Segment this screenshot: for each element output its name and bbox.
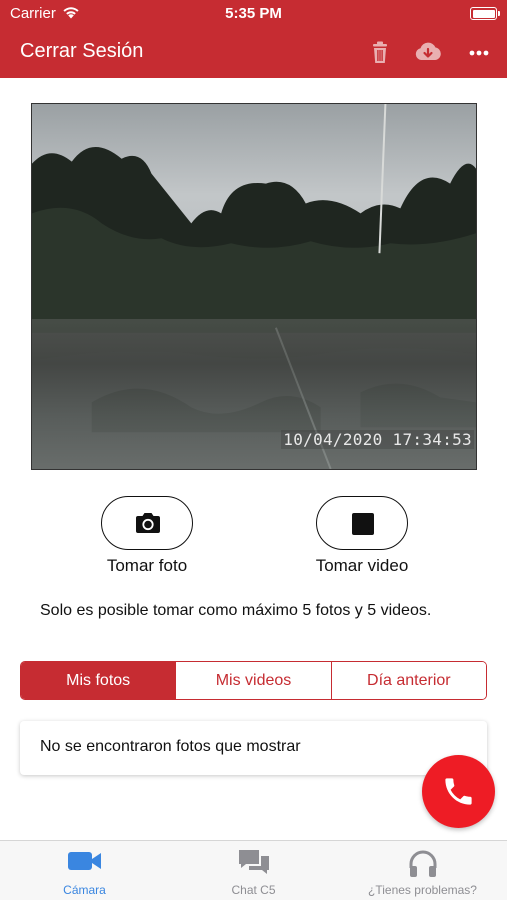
stop-icon: [352, 513, 374, 535]
logout-button[interactable]: Cerrar Sesión: [20, 40, 143, 63]
tab-camera[interactable]: Cámara: [0, 841, 169, 900]
trash-icon[interactable]: [365, 38, 395, 68]
tab-bar: Cámara Chat C5 ¿Tienes problemas?: [0, 840, 507, 900]
empty-state-message: No se encontraron fotos que mostrar: [40, 738, 301, 755]
segment-my-photos[interactable]: Mis fotos: [21, 662, 176, 699]
camera-timestamp: 10/04/2020 17:34:53: [281, 430, 474, 449]
tab-help-label: ¿Tienes problemas?: [368, 883, 477, 897]
segment-previous-day[interactable]: Día anterior: [330, 662, 486, 699]
take-video-button[interactable]: [316, 496, 408, 550]
chat-icon: [238, 850, 269, 874]
cloud-download-icon[interactable]: [413, 38, 443, 68]
take-video-label[interactable]: Tomar video: [301, 556, 423, 576]
phone-icon: [445, 778, 472, 805]
take-photo-label[interactable]: Tomar foto: [86, 556, 208, 576]
clock: 5:35 PM: [225, 5, 282, 22]
tab-chat[interactable]: Chat C5: [169, 841, 338, 900]
camera-preview: 10/04/2020 17:34:53: [31, 103, 477, 470]
battery-icon: [470, 7, 500, 20]
take-photo-button[interactable]: [101, 496, 193, 550]
camera-icon: [136, 513, 160, 533]
empty-state-card: No se encontraron fotos que mostrar: [20, 721, 487, 775]
tab-help[interactable]: ¿Tienes problemas?: [338, 841, 507, 900]
segment-my-videos[interactable]: Mis videos: [175, 662, 331, 699]
limit-notice: Solo es posible tomar como máximo 5 foto…: [40, 602, 432, 619]
more-icon[interactable]: [466, 38, 496, 68]
video-camera-icon: [67, 852, 101, 870]
headphones-icon: [409, 850, 436, 877]
tab-camera-label: Cámara: [63, 883, 106, 897]
media-segmented-control: Mis fotos Mis videos Día anterior: [20, 661, 487, 700]
tab-chat-label: Chat C5: [231, 883, 276, 897]
nav-bar: Cerrar Sesión: [0, 28, 507, 78]
emergency-call-button[interactable]: [422, 755, 495, 828]
status-bar: Carrier 5:35 PM: [0, 0, 507, 28]
